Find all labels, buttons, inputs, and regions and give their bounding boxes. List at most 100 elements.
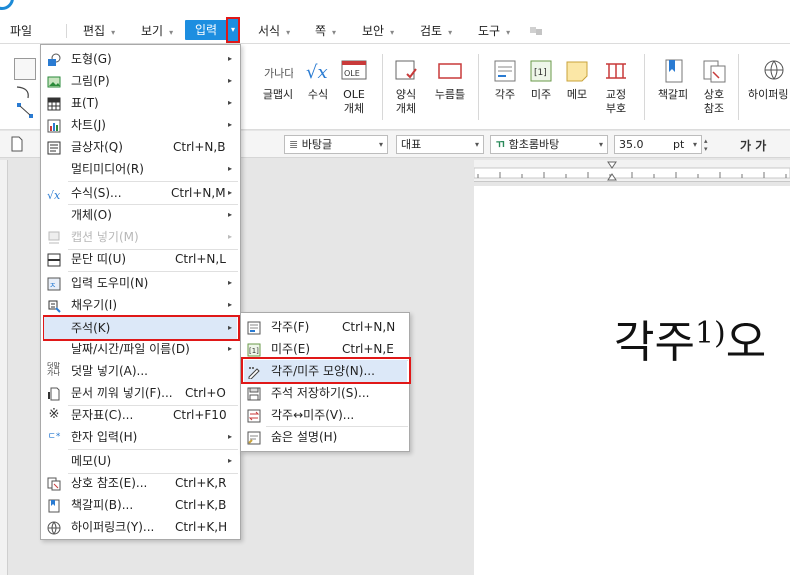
formula-label: 수식 (307, 88, 329, 101)
menu-item-formula[interactable]: √x 수식(S)... Ctrl+N,M ▸ (40, 182, 241, 204)
bookmark-icon (660, 58, 686, 84)
bookmark-label: 책갈피 (657, 88, 689, 101)
menu-item-insert-document[interactable]: 문서 끼워 넣기(F)... Ctrl+O (40, 382, 241, 404)
cross-reference-button[interactable]: 상호 참조 (692, 58, 736, 116)
proofreading-sub-label: 부호 (605, 102, 627, 115)
menu-separator (66, 24, 67, 38)
wordart-button[interactable]: 가나다 글맵시 (256, 58, 300, 102)
bold-italic-buttons[interactable]: 가 가 (740, 137, 766, 154)
menu-tools[interactable]: 도구 ▾ (478, 22, 510, 40)
menu-item-object[interactable]: 개체(O) ▸ (40, 204, 241, 226)
chevron-down-icon: ▾ (378, 140, 383, 149)
menu-item-annotation[interactable]: 주석(K) ▸ (44, 317, 237, 339)
menu-format[interactable]: 서식 ▾ (258, 22, 290, 40)
text-list-icon[interactable] (14, 58, 36, 80)
menu-edit[interactable]: 편집 ▾ (83, 22, 115, 40)
document-page[interactable] (474, 186, 790, 575)
bookmark-icon (47, 498, 61, 513)
menu-item-chart[interactable]: 차트(J) ▸ (40, 114, 241, 136)
arc-icon[interactable] (14, 84, 34, 100)
style-combo[interactable]: ≣ 바탕글 ▾ (284, 135, 388, 154)
submenu-arrow-icon: ▸ (228, 232, 233, 241)
menu-item-caption: 캡션 넣기(M) ▸ (40, 226, 241, 248)
hyperlink-button[interactable]: 하이퍼링 (748, 58, 790, 102)
menu-view[interactable]: 보기 ▾ (141, 22, 173, 40)
hanja-icon: ㄷ* (47, 432, 61, 442)
ole-object-button[interactable]: OLE OLE 개체 (332, 58, 376, 116)
proofreading-button[interactable]: 교정 부호 (594, 58, 638, 116)
menu-item-memo[interactable]: 메모(U) ▸ (40, 450, 241, 472)
menu-item-picture[interactable]: 그림(P) ▸ (40, 70, 241, 92)
submenu-arrow-icon: ▸ (228, 120, 233, 129)
menu-file[interactable]: 파일 (10, 22, 32, 40)
shortcut-label: Ctrl+N,B (173, 140, 226, 154)
footnote-icon (247, 320, 261, 335)
vertical-ruler (0, 160, 8, 575)
input-helper-icon: ㅈ (47, 276, 61, 291)
submenu-arrow-icon: ▸ (228, 76, 233, 85)
document-text[interactable]: 각주1)오 (614, 306, 766, 370)
new-document-icon[interactable] (10, 136, 24, 152)
menu-security[interactable]: 보안 ▾ (362, 22, 394, 40)
shortcut-label: Ctrl+N,M (171, 186, 226, 200)
submenu-item-save-notes[interactable]: 주석 저장하기(S)... (240, 382, 410, 404)
submenu-item-hidden-comment[interactable]: 숨은 설명(H) (240, 426, 410, 448)
form-label: 양식 (395, 88, 417, 101)
ole-sub-label: 개체 (343, 102, 365, 115)
font-size-combo[interactable]: 35.0 pt ▾ (614, 135, 702, 154)
app-logo-icon (0, 0, 14, 10)
menu-item-multimedia[interactable]: 멀티미디어(R) ▸ (40, 158, 241, 180)
hidden-comment-icon (247, 430, 261, 445)
input-menu-items: 도형(G) ▸ 그림(P) ▸ 표(T) ▸ 차트(J) ▸ 글상자(Q) Ct… (40, 44, 241, 540)
submenu-item-footnote[interactable]: 각주(F) Ctrl+N,N (240, 316, 410, 338)
textbox-icon (47, 140, 61, 155)
language-combo[interactable]: 대표 ▾ (396, 135, 484, 154)
menu-item-table[interactable]: 표(T) ▸ (40, 92, 241, 114)
menu-page[interactable]: 쪽 ▾ (315, 22, 336, 40)
submenu-arrow-icon: ▸ (228, 278, 233, 287)
menu-item-date-time-filename[interactable]: 날짜/시간/파일 이름(D) ▸ (40, 338, 241, 360)
submenu-arrow-icon: ▸ (228, 188, 233, 197)
chart-icon (47, 118, 61, 133)
picture-icon (47, 74, 61, 88)
menu-item-textbox[interactable]: 글상자(Q) Ctrl+N,B (40, 136, 241, 158)
form-object-button[interactable]: 양식 개체 (384, 58, 428, 116)
bookmark-button[interactable]: 책갈피 (651, 58, 695, 102)
font-size-unit: pt (673, 138, 685, 151)
shortcut-label: Ctrl+O (185, 386, 226, 400)
menu-item-paragraph-band[interactable]: 문단 띠(U) Ctrl+N,L (40, 248, 241, 270)
menu-review[interactable]: 검토 ▾ (420, 22, 452, 40)
menu-input[interactable]: 입력 (185, 20, 227, 40)
svg-text:[1]: [1] (534, 68, 547, 78)
submenu-item-swap-notes[interactable]: 각주↔미주(V)... (240, 404, 410, 426)
submenu-arrow-icon: ▸ (228, 54, 233, 63)
ruby-text-icon: 덧말 가나 (47, 362, 60, 377)
menu-item-hyperlink[interactable]: 하이퍼링크(Y)... Ctrl+K,H (40, 516, 241, 538)
puzzle-icon[interactable] (528, 24, 544, 38)
chevron-down-icon: ▾ (332, 28, 337, 37)
menu-item-fill[interactable]: 채우기(I) ▸ (40, 294, 241, 316)
ribbon-separator (382, 54, 383, 120)
click-field-button[interactable]: 누름틀 (428, 58, 472, 102)
horizontal-ruler[interactable] (473, 160, 790, 182)
menu-item-ruby-text[interactable]: 덧말 가나 덧말 넣기(A)... (40, 360, 241, 382)
menu-item-shape[interactable]: 도형(G) ▸ (40, 48, 241, 70)
endnote-label: 미주 (530, 88, 552, 101)
endnote-icon: [1] (528, 58, 554, 84)
annotation-submenu-items: 각주(F) Ctrl+N,N [1] 미주(E) Ctrl+N,E 각주/미주 … (240, 312, 411, 452)
submenu-arrow-icon: ▸ (228, 432, 233, 441)
paragraph-band-icon (47, 252, 61, 267)
table-icon (47, 96, 61, 111)
menu-item-bookmark[interactable]: 책갈피(B)... Ctrl+K,B (40, 494, 241, 516)
menu-item-hanja-input[interactable]: ㄷ* 한자 입력(H) ▸ (40, 426, 241, 448)
submenu-arrow-icon: ▸ (228, 323, 233, 332)
menu-item-input-helper[interactable]: ㅈ 입력 도우미(N) ▸ (40, 272, 241, 294)
memo-button[interactable]: 메모 (555, 58, 599, 102)
font-size-spinner[interactable]: ▴ ▾ (704, 137, 714, 153)
menu-item-symbol[interactable]: ※ 문자표(C)... Ctrl+F10 (40, 404, 241, 426)
chevron-down-icon: ▾ (390, 28, 395, 37)
menu-item-cross-reference[interactable]: 상호 참조(E)... Ctrl+K,R (40, 472, 241, 494)
font-combo[interactable]: ㄲ 함초롬바탕 ▾ (490, 135, 608, 154)
menu-input-dropdown-button[interactable]: ▾ (226, 17, 240, 43)
connector-icon[interactable] (16, 102, 36, 120)
